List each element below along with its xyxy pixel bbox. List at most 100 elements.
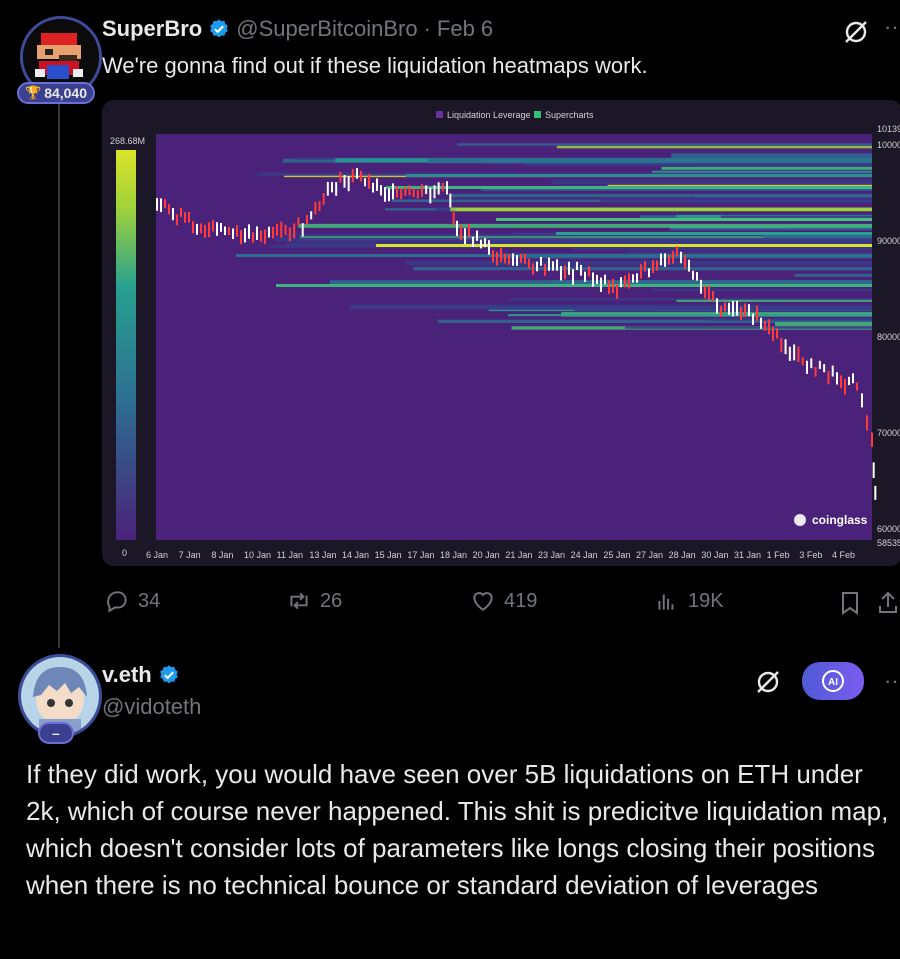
liquidation-band — [507, 313, 872, 317]
price-candle — [276, 223, 278, 236]
share-icon[interactable] — [876, 590, 900, 616]
liquidation-band — [349, 304, 872, 310]
price-candle — [400, 188, 403, 200]
price-candle — [644, 261, 646, 272]
reply-author-handle[interactable]: @vidoteth — [102, 694, 201, 720]
price-candle — [728, 302, 730, 315]
price-candle — [810, 358, 813, 369]
price-candle — [188, 212, 190, 223]
liquidation-band — [600, 199, 872, 203]
grok-icon[interactable] — [754, 668, 782, 696]
price-candle — [172, 207, 174, 221]
price-candle — [596, 274, 598, 284]
price-candle — [228, 226, 230, 235]
like-count: 419 — [504, 589, 538, 612]
price-candle — [772, 327, 774, 342]
price-candle — [871, 432, 873, 447]
x-tick-label: 25 Jan — [603, 550, 630, 560]
price-candle — [632, 274, 634, 283]
price-candle — [544, 264, 546, 276]
score-badge[interactable]: 🏆 84,040 — [17, 82, 96, 104]
price-candle — [192, 221, 194, 234]
views-button[interactable]: 19K — [654, 588, 724, 614]
price-candle — [684, 254, 686, 269]
price-candle — [433, 185, 436, 199]
price-candle — [616, 284, 618, 299]
price-candle — [752, 313, 754, 325]
price-candle — [524, 253, 526, 264]
coinglass-logo-icon — [794, 514, 806, 526]
price-candle — [736, 300, 738, 316]
more-icon[interactable]: ·· — [884, 668, 899, 694]
price-candle — [760, 317, 762, 329]
price-candle — [827, 371, 830, 385]
views-count: 19K — [688, 589, 724, 612]
x-tick-label: 13 Jan — [309, 550, 336, 560]
y-tick-label: 60000 — [877, 524, 900, 534]
price-candle — [704, 286, 706, 299]
bookmark-icon[interactable] — [838, 590, 862, 616]
price-candle — [364, 178, 366, 187]
price-candle — [216, 222, 218, 236]
x-tick-label: 14 Jan — [342, 550, 369, 560]
price-candle — [576, 261, 578, 271]
price-candle — [496, 251, 498, 266]
price-candle — [268, 226, 270, 238]
price-candle — [160, 198, 162, 213]
price-candle — [648, 268, 650, 278]
x-tick-label: 10 Jan — [244, 550, 271, 560]
price-candle — [208, 222, 210, 238]
liquidation-band — [386, 186, 872, 189]
x-tick-label: 8 Jan — [211, 550, 233, 560]
price-candle — [468, 224, 470, 238]
thread-line — [58, 100, 60, 648]
reply-count: 34 — [138, 589, 161, 612]
x-tick-label: 24 Jan — [571, 550, 598, 560]
price-candle — [874, 485, 877, 500]
reply-badge[interactable]: – — [38, 722, 74, 744]
price-candle — [680, 251, 682, 264]
price-candle — [528, 258, 530, 269]
price-candle — [861, 393, 863, 408]
price-candle — [720, 305, 722, 317]
views-icon — [658, 594, 674, 610]
liquidation-band — [671, 153, 872, 158]
liquidation-band — [449, 193, 872, 198]
author-handle[interactable]: @SuperBitcoinBro — [236, 16, 417, 42]
more-icon[interactable]: ·· — [884, 14, 899, 40]
price-candle — [740, 307, 742, 320]
tweet-date[interactable]: Feb 6 — [437, 16, 493, 42]
liquidation-band — [236, 254, 872, 257]
ai-button[interactable]: AI — [802, 662, 864, 700]
grok-icon[interactable] — [842, 18, 870, 46]
price-candle — [388, 188, 390, 202]
price-candle — [776, 328, 778, 339]
price-candle — [560, 266, 562, 281]
price-candle — [516, 255, 518, 266]
repost-button[interactable]: 26 — [286, 588, 342, 614]
like-button[interactable]: 419 — [470, 588, 537, 614]
x-tick-label: 27 Jan — [636, 550, 663, 560]
price-candle — [168, 204, 170, 215]
heatmap-chart[interactable]: 268.68M 0 Liquidation Leverage Supercharts 1… — [102, 100, 900, 566]
price-candle — [844, 378, 846, 395]
price-candle — [232, 228, 234, 240]
price-candle — [297, 217, 300, 226]
reply-button[interactable]: 34 — [104, 588, 160, 614]
price-candle — [692, 270, 694, 280]
liquidation-band — [406, 260, 872, 266]
price-candle — [372, 182, 374, 193]
reply-author-name[interactable]: v.eth — [102, 662, 152, 688]
price-candle — [408, 185, 411, 196]
price-candle — [700, 279, 702, 294]
x-tick-label: 6 Jan — [146, 550, 168, 560]
price-candle — [696, 272, 698, 281]
liquidation-band — [775, 322, 872, 327]
price-candle — [604, 274, 606, 285]
price-candle — [331, 181, 333, 193]
price-candle — [212, 220, 214, 232]
author-name[interactable]: SuperBro — [102, 16, 202, 42]
x-tick-label: 15 Jan — [375, 550, 402, 560]
liquidation-band — [413, 266, 872, 271]
price-candle — [200, 223, 202, 234]
